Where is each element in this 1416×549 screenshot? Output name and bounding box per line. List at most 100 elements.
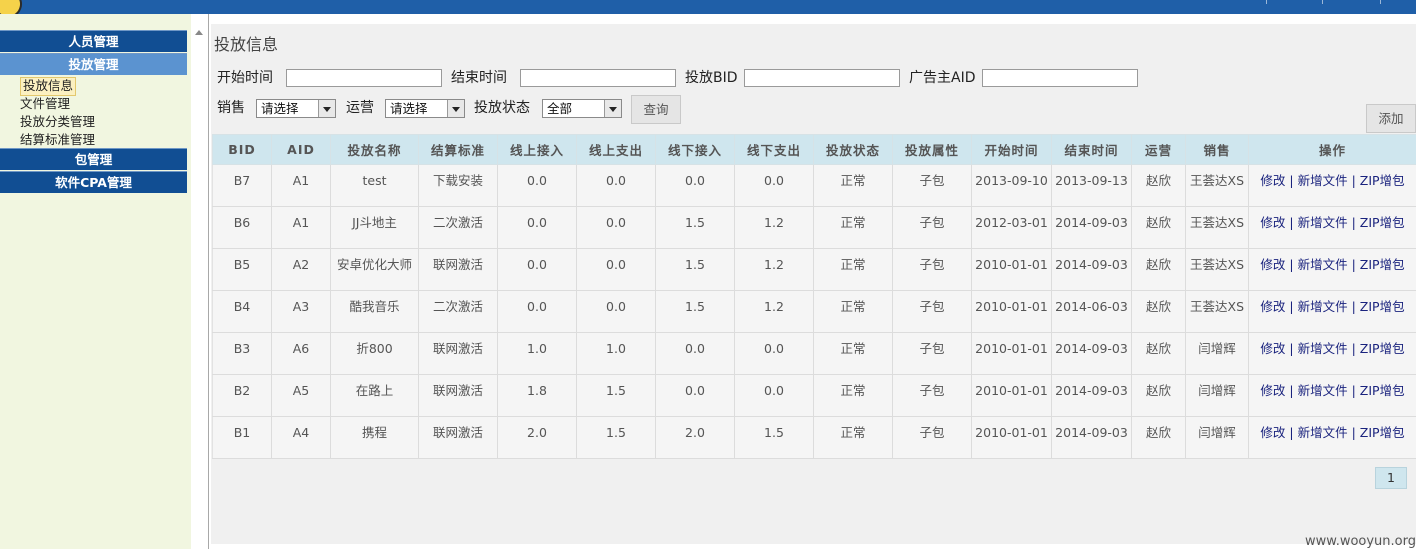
add-button[interactable]: 添加 xyxy=(1366,104,1416,133)
cell-end: 2014-09-03 xyxy=(1051,416,1132,459)
zip-package-link[interactable]: ZIP增包 xyxy=(1360,215,1405,230)
cell-start: 2013-09-10 xyxy=(971,164,1052,207)
sales-select[interactable]: 请选择 xyxy=(256,99,336,118)
menu-section-software-cpa[interactable]: 软件CPA管理 xyxy=(0,171,187,193)
query-button[interactable]: 查询 xyxy=(631,95,681,124)
action-separator: | xyxy=(1351,257,1356,272)
cell-on-out: 0.0 xyxy=(576,164,656,207)
aid-input[interactable] xyxy=(982,69,1138,87)
cell-on-out: 1.5 xyxy=(576,374,656,417)
cell-name: test xyxy=(330,164,419,207)
table-row: B3 A6 折800 联网激活 1.0 1.0 0.0 0.0 正常 子包 2010-01-01 20… xyxy=(212,332,1416,375)
cell-attr: 子包 xyxy=(892,206,972,249)
content-panel: 投放信息 开始时间 结束时间 投放BID 广告主AID 销售 请选择 运营 请选… xyxy=(211,24,1416,544)
menu-section-personnel[interactable]: 人员管理 xyxy=(0,30,187,52)
status-select[interactable]: 全部 xyxy=(542,99,622,118)
aid-label: 广告主AID xyxy=(909,70,976,86)
cell-ops: 赵欣 xyxy=(1131,248,1186,291)
edit-link[interactable]: 修改 xyxy=(1260,215,1285,230)
cell-attr: 子包 xyxy=(892,248,972,291)
cell-actions: 修改 | 新增文件 | ZIP增包 xyxy=(1248,332,1416,375)
cell-on-in: 0.0 xyxy=(497,164,577,207)
placement-table: BID AID 投放名称 结算标准 线上接入 线上支出 线下接入 线下支出 投放状态 投放属性 开始… xyxy=(212,134,1416,459)
cell-off-in: 0.0 xyxy=(655,164,735,207)
add-file-link[interactable]: 新增文件 xyxy=(1298,383,1348,398)
start-time-input[interactable] xyxy=(286,69,442,87)
sidebar-item-settlement-standard[interactable]: 结算标准管理 xyxy=(20,131,95,148)
zip-package-link[interactable]: ZIP增包 xyxy=(1360,257,1405,272)
cell-aid: A2 xyxy=(271,248,331,291)
menu-section-package[interactable]: 包管理 xyxy=(0,148,187,170)
action-separator: | xyxy=(1351,173,1356,188)
zip-package-link[interactable]: ZIP增包 xyxy=(1360,173,1405,188)
sidebar-item-placement-info[interactable]: 投放信息 xyxy=(20,77,77,96)
chevron-down-icon[interactable] xyxy=(447,100,464,117)
cell-on-out: 1.5 xyxy=(576,416,656,459)
edit-link[interactable]: 修改 xyxy=(1260,341,1285,356)
start-time-label: 开始时间 xyxy=(217,70,273,86)
add-file-link[interactable]: 新增文件 xyxy=(1298,425,1348,440)
add-file-link[interactable]: 新增文件 xyxy=(1298,215,1348,230)
bid-input[interactable] xyxy=(744,69,900,87)
action-separator: | xyxy=(1289,173,1294,188)
sidebar-item-file-management[interactable]: 文件管理 xyxy=(20,95,70,112)
add-file-link[interactable]: 新增文件 xyxy=(1298,257,1348,272)
cell-attr: 子包 xyxy=(892,416,972,459)
cell-off-in: 2.0 xyxy=(655,416,735,459)
cell-attr: 子包 xyxy=(892,374,972,417)
add-file-link[interactable]: 新增文件 xyxy=(1298,173,1348,188)
cell-off-in: 1.5 xyxy=(655,248,735,291)
table-header-row: BID AID 投放名称 结算标准 线上接入 线上支出 线下接入 线下支出 投放状态 投放属性 开始… xyxy=(212,134,1416,165)
cell-end: 2013-09-13 xyxy=(1051,164,1132,207)
end-time-input[interactable] xyxy=(520,69,676,87)
zip-package-link[interactable]: ZIP增包 xyxy=(1360,425,1405,440)
zip-package-link[interactable]: ZIP增包 xyxy=(1360,383,1405,398)
zip-package-link[interactable]: ZIP增包 xyxy=(1360,341,1405,356)
cell-sales: 闫增辉 xyxy=(1185,374,1249,417)
edit-link[interactable]: 修改 xyxy=(1260,173,1285,188)
cell-actions: 修改 | 新增文件 | ZIP增包 xyxy=(1248,374,1416,417)
cell-start: 2010-01-01 xyxy=(971,416,1052,459)
column-header: 结束时间 xyxy=(1051,134,1132,165)
sidebar-item-category-management[interactable]: 投放分类管理 xyxy=(20,113,95,130)
cell-off-out: 1.2 xyxy=(734,248,814,291)
menu-section-placement[interactable]: 投放管理 xyxy=(0,53,187,75)
cell-off-out: 1.2 xyxy=(734,290,814,333)
cell-on-out: 0.0 xyxy=(576,248,656,291)
cell-off-out: 0.0 xyxy=(734,332,814,375)
ops-select-value: 请选择 xyxy=(390,101,428,116)
action-separator: | xyxy=(1289,383,1294,398)
cell-on-out: 0.0 xyxy=(576,206,656,249)
cell-start: 2010-01-01 xyxy=(971,332,1052,375)
cell-off-in: 1.5 xyxy=(655,206,735,249)
cell-settle: 二次激活 xyxy=(418,206,498,249)
chevron-down-icon[interactable] xyxy=(318,100,335,117)
action-separator: | xyxy=(1351,425,1356,440)
cell-on-out: 0.0 xyxy=(576,290,656,333)
page-1-button[interactable]: 1 xyxy=(1375,467,1407,489)
cell-sales: 王荟达XS xyxy=(1185,248,1249,291)
sales-label: 销售 xyxy=(217,100,245,116)
sidebar-scrollbar[interactable] xyxy=(191,14,209,549)
zip-package-link[interactable]: ZIP增包 xyxy=(1360,299,1405,314)
column-header: 线上接入 xyxy=(497,134,577,165)
cell-settle: 联网激活 xyxy=(418,416,498,459)
action-separator: | xyxy=(1351,299,1356,314)
scroll-up-arrow-icon[interactable] xyxy=(195,30,203,35)
cell-name: 在路上 xyxy=(330,374,419,417)
cell-actions: 修改 | 新增文件 | ZIP增包 xyxy=(1248,206,1416,249)
edit-link[interactable]: 修改 xyxy=(1260,425,1285,440)
cell-aid: A3 xyxy=(271,290,331,333)
add-file-link[interactable]: 新增文件 xyxy=(1298,299,1348,314)
cell-off-out: 0.0 xyxy=(734,374,814,417)
edit-link[interactable]: 修改 xyxy=(1260,383,1285,398)
ops-select[interactable]: 请选择 xyxy=(385,99,465,118)
topbar-divider xyxy=(1380,0,1381,4)
add-file-link[interactable]: 新增文件 xyxy=(1298,341,1348,356)
cell-ops: 赵欣 xyxy=(1131,416,1186,459)
edit-link[interactable]: 修改 xyxy=(1260,299,1285,314)
edit-link[interactable]: 修改 xyxy=(1260,257,1285,272)
chevron-down-icon[interactable] xyxy=(604,100,621,117)
cell-bid: B5 xyxy=(212,248,272,291)
cell-name: 折800 xyxy=(330,332,419,375)
